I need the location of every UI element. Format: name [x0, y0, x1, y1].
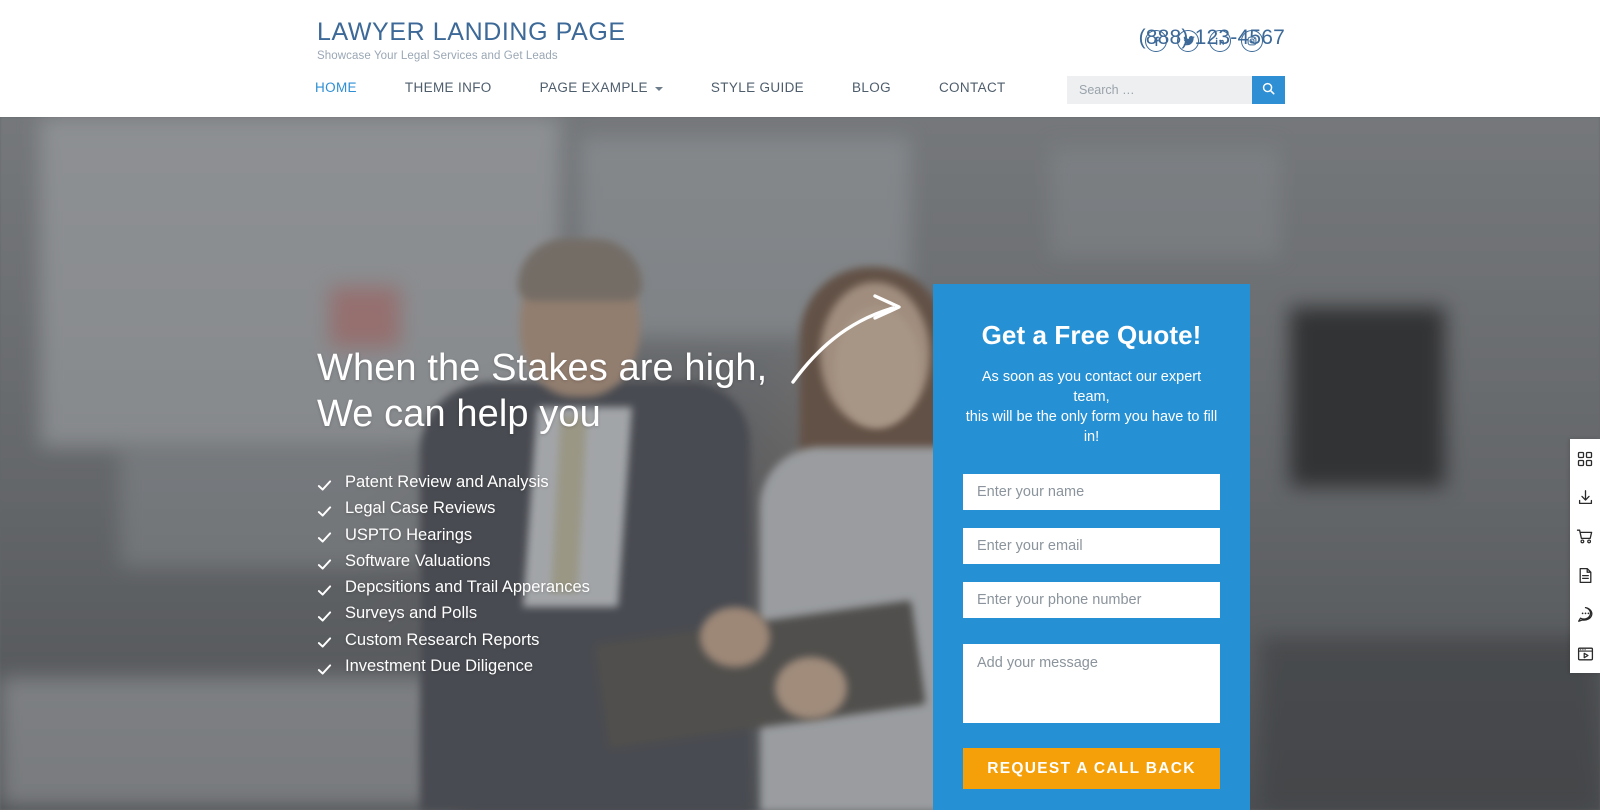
quote-subtitle-line1: As soon as you contact our expert team, [981, 369, 1202, 405]
nav-item-page-example[interactable]: PAGE EXAMPLE [540, 80, 687, 95]
email-field[interactable] [963, 528, 1220, 564]
list-item: Software Valuations [317, 548, 877, 574]
check-icon [317, 554, 332, 570]
check-icon [317, 501, 332, 517]
nav-item-style-guide[interactable]: STYLE GUIDE [711, 80, 828, 95]
chat-bubble-icon[interactable] [1576, 605, 1595, 624]
site-title[interactable]: LAWYER LANDING PAGE [317, 17, 626, 47]
hero-headline-line1: When the Stakes are high, [317, 347, 768, 389]
hero-section: When the Stakes are high, We can help yo… [0, 117, 1600, 810]
check-icon [317, 659, 332, 675]
quote-subtitle-line2: this will be the only form you have to f… [965, 409, 1218, 445]
nav-item-label: HOME [315, 80, 357, 95]
search-submit-button[interactable] [1252, 76, 1285, 104]
grid-apps-icon[interactable] [1576, 449, 1595, 468]
list-item-label: Patent Review and Analysis [345, 473, 549, 491]
phone-number[interactable]: (888) 123-4567 [1139, 26, 1285, 50]
request-call-back-button[interactable]: REQUEST A CALL BACK [963, 748, 1220, 789]
list-item: Legal Case Reviews [317, 495, 877, 521]
hero-headline: When the Stakes are high, We can help yo… [317, 345, 877, 437]
name-field[interactable] [963, 474, 1220, 510]
main-navigation: HOME THEME INFO PAGE EXAMPLE STYLE GUIDE… [315, 80, 1006, 95]
list-item-label: Software Valuations [345, 551, 491, 570]
site-header: LAWYER LANDING PAGE Showcase Your Legal … [0, 0, 1600, 117]
right-tool-rail [1570, 439, 1600, 673]
brand-block[interactable]: LAWYER LANDING PAGE Showcase Your Legal … [317, 17, 626, 62]
list-item-label: Custom Research Reports [345, 630, 540, 649]
quote-form-subtitle: As soon as you contact our expert team, … [963, 367, 1220, 447]
nav-item-theme-info[interactable]: THEME INFO [405, 80, 516, 95]
hero-feature-list: Patent Review and Analysis Legal Case Re… [317, 469, 877, 679]
list-item: Surveys and Polls [317, 600, 877, 626]
list-item-label: Investment Due Diligence [345, 657, 534, 676]
list-item: Depcsitions and Trail Apperances [317, 574, 877, 600]
check-icon [317, 475, 332, 491]
quote-form-panel: Get a Free Quote! As soon as you contact… [933, 284, 1250, 810]
nav-item-label: PAGE EXAMPLE [539, 80, 648, 95]
message-textarea[interactable] [963, 644, 1220, 723]
search-input[interactable] [1067, 76, 1252, 104]
nav-item-label: THEME INFO [404, 80, 492, 95]
hero-headline-line2: We can help you [317, 393, 601, 435]
list-item-label: Surveys and Polls [345, 604, 478, 623]
search-icon [1262, 82, 1275, 98]
phone-field[interactable] [963, 582, 1220, 618]
check-icon [317, 632, 332, 648]
nav-item-home[interactable]: HOME [315, 80, 381, 95]
list-item: USPTO Hearings [317, 522, 877, 548]
quote-form-title: Get a Free Quote! [981, 320, 1202, 350]
document-icon[interactable] [1576, 566, 1595, 585]
check-icon [317, 527, 332, 543]
list-item-label: Depcsitions and Trail Apperances [345, 578, 590, 597]
check-icon [317, 580, 332, 596]
nav-item-contact[interactable]: CONTACT [939, 80, 1006, 95]
download-icon[interactable] [1576, 488, 1595, 507]
list-item-label: USPTO Hearings [345, 525, 473, 544]
nav-item-label: STYLE GUIDE [710, 80, 805, 95]
nav-item-label: BLOG [852, 80, 891, 95]
nav-item-blog[interactable]: BLOG [852, 80, 915, 95]
slideshow-play-icon[interactable] [1576, 644, 1595, 663]
list-item: Custom Research Reports [317, 627, 877, 653]
list-item: Investment Due Diligence [317, 653, 877, 679]
chevron-down-icon [654, 86, 663, 91]
shopping-cart-icon[interactable] [1576, 527, 1595, 546]
check-icon [317, 606, 332, 622]
list-item-label: Legal Case Reviews [345, 499, 496, 518]
hero-content: When the Stakes are high, We can help yo… [317, 345, 877, 679]
search-form [1067, 76, 1285, 104]
list-item: Patent Review and Analysis [317, 469, 877, 495]
site-tagline: Showcase Your Legal Services and Get Lea… [317, 50, 558, 62]
nav-item-label: CONTACT [938, 80, 1006, 95]
